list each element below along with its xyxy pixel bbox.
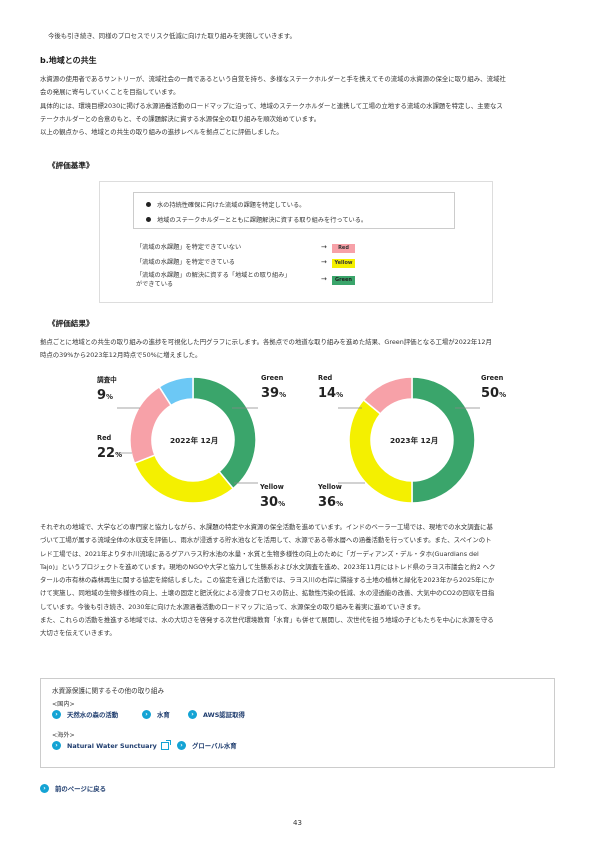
link-global-mizuiku[interactable]: › グローバル水育 [177, 741, 237, 750]
paragraph-line: 具体的には、環境目標2030に掲げる水源涵養活動のロードマップに沿って、地域のス… [40, 101, 503, 110]
paragraph-line: 水資源の使用者であるサントリーが、流域社会の一員であるという自覚を持ち、多様なス… [40, 75, 506, 83]
criteria-heading: 《評価基準》 [48, 161, 94, 170]
donut-slice-yellow [133, 454, 235, 504]
donut-slice-yellow [348, 398, 413, 504]
value-label: 39% [261, 386, 287, 401]
value-label: 14% [318, 386, 344, 401]
paragraph-line: それぞれの地域で、大学などの専門家と協力しながら、水課題の特定や水資源の保全活動… [40, 523, 493, 531]
chevron-right-icon: › [52, 710, 61, 719]
donut-slice-green [192, 376, 257, 490]
paragraph-line: 大切さを伝えていきます。 [40, 629, 116, 638]
chart2-title: 2023年 12月 [390, 436, 439, 445]
paragraph-line: 会の発展に寄与していくことを目指しています。 [40, 88, 180, 97]
criteria-level-text: 「流域の水課題」の解決に資する「地域との取り組み」 ができている [136, 272, 291, 288]
bullet-icon [146, 217, 151, 222]
chart1-label-yellow: Yellow 30% [260, 483, 286, 510]
paragraph-line: また、これらの活動を推進する地域では、水の大切さを啓発する次世代環境教育「水育」… [40, 616, 494, 625]
page-number: 43 [293, 819, 302, 827]
badge-green: Green [332, 276, 355, 285]
chevron-right-icon: › [142, 710, 151, 719]
chevron-right-icon: › [188, 710, 197, 719]
related-initiatives-box: 水資源保護に関するその他の取り組み <国内> › 天然水の森の活動 › 水育 ›… [40, 678, 555, 768]
value-label: 50% [481, 386, 507, 401]
chevron-right-icon: › [40, 784, 49, 793]
criteria-level-text: 「流域の水課題」を特定できている [136, 259, 235, 266]
results-paragraph: 拠点ごとに地域との共生の取り組みの進捗を可視化した円グラフに示します。各拠点での… [40, 336, 555, 363]
paragraph-line: 時点の39%から2023年12月時点で50%に増えました。 [40, 351, 202, 360]
overseas-label: <海外> [52, 732, 75, 739]
value-label: 30% [260, 495, 286, 510]
results-heading: 《評価結果》 [48, 319, 94, 328]
paragraph-line: しています。今後も引き続き、2030年に向けた水源涵養活動のロードマップに沿って… [40, 602, 425, 611]
criteria-bullets: 水の持続性確保に向けた流域の課題を特定している。 地域のステークホルダーとともに… [133, 192, 455, 229]
arrow-icon: → [321, 243, 327, 251]
chart2-label-yellow: Yellow 36% [318, 483, 344, 510]
link-natural-water-sanctuary[interactable]: › Natural Water Sunctuary [52, 739, 171, 750]
paragraph-line: テークホルダーとの合意のもと、その課題解決に資する水源保全の取り組みを順次始めて… [40, 114, 321, 123]
bullet-icon [146, 202, 151, 207]
chevron-right-icon: › [177, 741, 186, 750]
paragraph-line: 拠点ごとに地域との共生の取り組みの進捗を可視化した円グラフに示します。各拠点での… [40, 338, 492, 346]
link-mizuiku[interactable]: › 水育 [142, 710, 170, 719]
chart1-label-red: Red 22% [97, 434, 123, 461]
chart2-label-green: Green 50% [481, 374, 507, 401]
back-link[interactable]: › 前のページに戻る [40, 784, 106, 793]
chart1-label-green: Green 39% [261, 374, 287, 401]
paragraph-line: 以上の観点から、地域との共生の取り組みの進捗レベルを拠点ごとに評価しました。 [40, 128, 283, 137]
paragraph-line: レド工場では、2021年よりタホ川流域にあるグアハラス貯水池の水量・水質と生物多… [40, 549, 479, 558]
arrow-icon: → [321, 258, 327, 266]
criteria-box: 水の持続性確保に向けた流域の課題を特定している。 地域のステークホルダーとともに… [99, 181, 493, 303]
paragraph-line: タールの市有林の森林再生に関する協定を締結しました。この協定を通じた活動では、ラ… [40, 576, 495, 585]
chart2-label-red: Red 14% [318, 374, 344, 401]
badge-yellow: Yellow [332, 259, 355, 268]
related-title: 水資源保護に関するその他の取り組み [52, 687, 165, 695]
criteria-bullet: 地域のステークホルダーとともに課題解決に資する取り組みを行っている。 [146, 215, 367, 224]
criteria-bullet: 水の持続性確保に向けた流域の課題を特定している。 [146, 200, 305, 209]
donut-charts: 調査中 9% Green 39% Red 22% Yellow 30% 2022… [0, 370, 595, 520]
section-title: b.地域との共生 [40, 56, 97, 65]
body-paragraph: それぞれの地域で、大学などの専門家と協力しながら、水課題の特定や水資源の保全活動… [40, 521, 555, 641]
paragraph-line: Tajo)」というプロジェクトを進めています。現地のNGOや大学と協力して生態系… [40, 562, 496, 571]
external-link-icon [160, 739, 171, 750]
value-label: 36% [318, 495, 344, 510]
criteria-level-text: 「流域の水課題」を特定できていない [136, 244, 242, 251]
link-tennensui-forest[interactable]: › 天然水の森の活動 [52, 710, 118, 719]
link-aws-certification[interactable]: › AWS認証取得 [188, 710, 245, 719]
paragraph-line: づいて工場が属する流域全体の水収支を評価し、雨水が浸透する貯水池などを活用して、… [40, 536, 492, 545]
arrow-icon: → [321, 275, 327, 283]
section-paragraph: 水資源の使用者であるサントリーが、流域社会の一員であるという自覚を持ち、多様なス… [40, 73, 555, 139]
chart1-label-investigating: 調査中 9% [97, 376, 117, 403]
chart1-title: 2022年 12月 [170, 436, 219, 445]
donut-slice-red [129, 385, 173, 465]
value-label: 22% [97, 446, 123, 461]
domestic-label: <国内> [52, 701, 75, 708]
intro-text: 今後も引き続き、同様のプロセスでリスク低減に向けた取り組みを実施していきます。 [48, 32, 296, 40]
paragraph-line: けて実施し、同地域の生物多様性の向上、土壌の固定と肥沃化による浸食プロセスの防止… [40, 589, 495, 598]
chevron-right-icon: › [52, 741, 61, 750]
badge-red: Red [332, 244, 355, 253]
value-label: 9% [97, 388, 114, 403]
